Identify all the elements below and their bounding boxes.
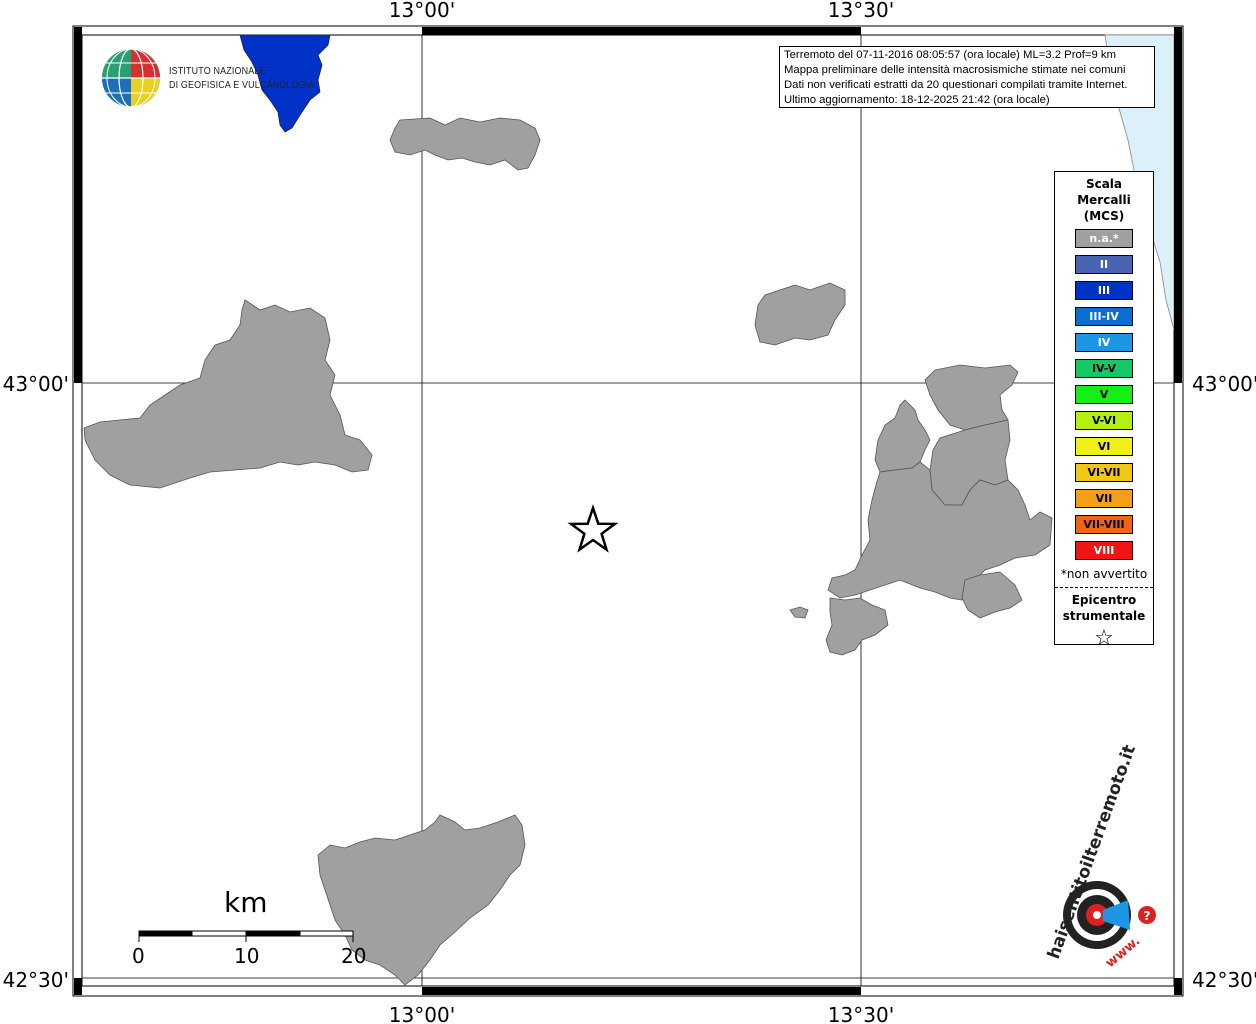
info-line-updated: Ultimo aggiornamento: 18-12-2025 21:42 (…: [784, 94, 1050, 106]
legend-title: Scala Mercalli (MCS): [1055, 176, 1153, 224]
info-line-description: Mappa preliminare delle intensità macros…: [784, 64, 1126, 76]
scalebar-unit: km: [224, 886, 268, 919]
svg-text:?: ?: [1144, 909, 1151, 923]
legend-item: II: [1075, 255, 1133, 274]
legend-item: VII: [1075, 489, 1133, 508]
ingv-globe-icon: [102, 48, 160, 108]
ingv-org-line1: ISTITUTO NAZIONALE: [169, 65, 266, 77]
info-line-source: Dati non verificati estratti da 20 quest…: [784, 79, 1128, 91]
earthquake-info-box: Terremoto del 07-11-2016 08:05:57 (ora l…: [779, 46, 1155, 108]
scalebar-label-0: 0: [132, 944, 145, 968]
mcs-legend: Scala Mercalli (MCS) n.a.* II III III-IV IV I…: [1054, 171, 1154, 651]
legend-item: III-IV: [1075, 307, 1133, 326]
legend-item: VIII: [1075, 541, 1133, 560]
legend-item: n.a.*: [1075, 229, 1133, 248]
legend-divider: [1055, 587, 1153, 588]
legend-item: V-VI: [1075, 411, 1133, 430]
lat-label-top-right: 43°00': [1192, 372, 1256, 396]
legend-item: V: [1075, 385, 1133, 404]
legend-title-line3: (MCS): [1083, 209, 1125, 223]
lon-label-top-left: 13°00': [389, 0, 455, 22]
legend-item: IV-V: [1075, 359, 1133, 378]
lat-label-top-left: 43°00': [3, 372, 69, 396]
legend-title-line2: Mercalli: [1077, 193, 1131, 207]
legend-item: VI: [1075, 437, 1133, 456]
ingv-logo-text: ISTITUTO NAZIONALE DI GEOFISICA E VULCAN…: [169, 64, 314, 92]
lon-label-top-right: 13°30': [828, 0, 894, 22]
legend-item: III: [1075, 281, 1133, 300]
scalebar-label-20: 20: [341, 944, 367, 968]
ingv-org-line2: DI GEOFISICA E VULCANOLOGIA: [169, 79, 315, 91]
legend-epicenter-line2: strumentale: [1062, 609, 1146, 623]
legend-item: VI-VII: [1075, 463, 1133, 482]
info-line-event: Terremoto del 07-11-2016 08:05:57 (ora l…: [784, 49, 1116, 61]
scalebar-label-10: 10: [234, 944, 260, 968]
legend-epicenter-line1: Epicentro: [1071, 593, 1137, 607]
legend-note: *non avvertito: [1060, 567, 1148, 581]
lat-label-bottom-left: 42°30': [3, 968, 69, 992]
legend-item: VII-VIII: [1075, 515, 1133, 534]
legend-star-icon: ☆: [1094, 626, 1114, 651]
legend-item: IV: [1075, 333, 1133, 352]
legend-items: n.a.* II III III-IV IV IV-V V V-VI VI VI-VII VII VI…: [1055, 229, 1153, 560]
lon-label-bottom-right: 13°30': [828, 1003, 894, 1024]
legend-epicenter-label: Epicentro strumentale: [1055, 592, 1153, 624]
lat-label-bottom-right: 42°30': [1192, 968, 1256, 992]
legend-title-line1: Scala: [1085, 177, 1123, 191]
lon-label-bottom-left: 13°00': [389, 1003, 455, 1024]
